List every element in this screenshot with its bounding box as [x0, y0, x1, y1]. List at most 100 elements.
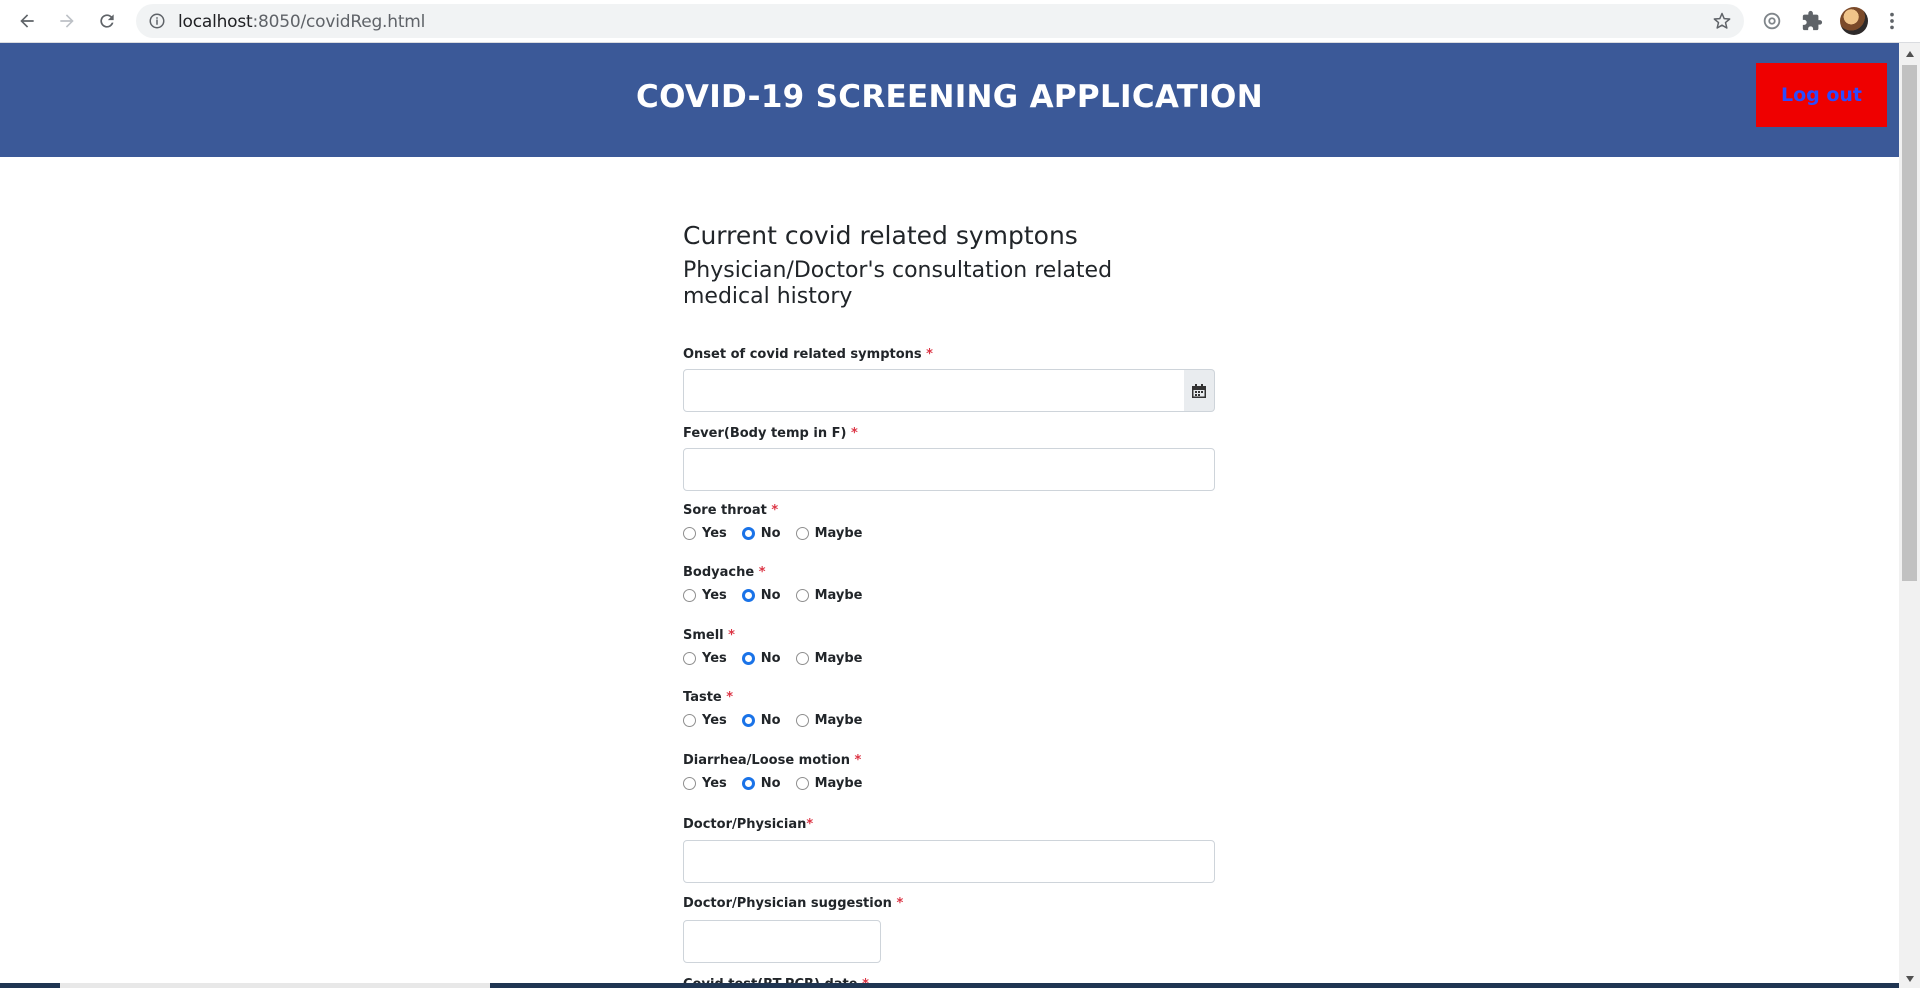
calendar-icon: [1192, 383, 1206, 398]
extensions-menu-button[interactable]: [1799, 8, 1825, 34]
radio-option-label: Yes: [702, 587, 727, 603]
suggestion-label-text: Doctor/Physician suggestion: [683, 896, 892, 911]
onset-label: Onset of covid related symptons *: [683, 347, 933, 362]
calendar-button[interactable]: [1184, 369, 1215, 412]
radio-button[interactable]: [683, 713, 696, 727]
radio-option-yes[interactable]: Yes: [683, 776, 727, 791]
radio-button[interactable]: [741, 588, 755, 602]
bookmark-star-icon[interactable]: [1712, 11, 1732, 31]
radio-option-label: No: [760, 775, 781, 791]
radio-option-no[interactable]: No: [741, 587, 781, 603]
radio-option-label: No: [760, 525, 781, 541]
radio-button[interactable]: [795, 776, 809, 790]
radio-option-label: No: [760, 587, 781, 603]
radio-button[interactable]: [683, 651, 696, 665]
radio-option-row: Yes No Maybe: [683, 524, 878, 542]
back-button[interactable]: [12, 6, 42, 36]
radio-option-yes[interactable]: Yes: [683, 713, 727, 728]
radio-group-label: Diarrhea/Loose motion *: [683, 753, 861, 768]
scroll-down-button[interactable]: [1899, 970, 1920, 988]
radio-button[interactable]: [795, 713, 809, 727]
caret-down-icon: [1905, 976, 1914, 982]
radio-option-maybe[interactable]: Maybe: [795, 712, 863, 728]
radio-option-no[interactable]: No: [741, 525, 781, 541]
required-mark: *: [771, 503, 779, 518]
radio-option-maybe[interactable]: Maybe: [795, 775, 863, 791]
url-text: localhost:8050/covidReg.html: [178, 12, 425, 32]
page-scrollbar[interactable]: [1899, 43, 1920, 988]
url-path: :8050/covidReg.html: [252, 12, 426, 32]
radio-option-label: Maybe: [814, 650, 863, 666]
radio-option-yes[interactable]: Yes: [683, 588, 727, 603]
logout-button[interactable]: Log out: [1756, 63, 1887, 127]
form-subheading: Physician/Doctor's consultation related …: [683, 258, 1113, 309]
radio-option-label: Maybe: [814, 775, 863, 791]
radio-group-label-text: Sore throat: [683, 503, 767, 518]
address-bar[interactable]: localhost:8050/covidReg.html: [136, 4, 1744, 38]
browser-menu-button[interactable]: [1879, 8, 1905, 34]
suggestion-label: Doctor/Physician suggestion *: [683, 896, 903, 911]
radio-option-row: Yes No Maybe: [683, 586, 878, 604]
radio-group-label-text: Diarrhea/Loose motion: [683, 753, 850, 768]
radio-option-row: Yes No Maybe: [683, 649, 878, 667]
extension-button[interactable]: [1759, 8, 1785, 34]
radio-button[interactable]: [741, 526, 755, 540]
reload-icon: [100, 14, 114, 28]
radio-option-label: No: [760, 712, 781, 728]
radio-option-no[interactable]: No: [741, 712, 781, 728]
radio-option-no[interactable]: No: [741, 775, 781, 791]
radio-option-label: Yes: [702, 525, 727, 541]
onset-date-input[interactable]: [683, 369, 1185, 412]
radio-group-label: Bodyache *: [683, 565, 766, 580]
fever-label-text: Fever(Body temp in F): [683, 426, 847, 441]
reload-button[interactable]: [92, 6, 122, 36]
radio-option-yes[interactable]: Yes: [683, 526, 727, 541]
radio-option-label: Maybe: [814, 712, 863, 728]
arrow-left-icon: [20, 14, 34, 28]
scroll-up-button[interactable]: [1899, 45, 1920, 63]
radio-option-no[interactable]: No: [741, 650, 781, 666]
radio-group-label-text: Smell: [683, 628, 724, 643]
radio-group-label: Taste *: [683, 690, 733, 705]
radio-button[interactable]: [741, 776, 755, 790]
forward-button[interactable]: [52, 6, 82, 36]
radio-button[interactable]: [683, 588, 696, 602]
suggestion-input[interactable]: [683, 920, 881, 963]
url-host: localhost: [178, 12, 253, 32]
radio-group-label-text: Taste: [683, 690, 722, 705]
radio-option-label: No: [760, 650, 781, 666]
app-header: COVID-19 SCREENING APPLICATION Log out: [0, 43, 1899, 157]
radio-button[interactable]: [741, 651, 755, 665]
page-title: COVID-19 SCREENING APPLICATION: [636, 79, 1263, 115]
radio-option-maybe[interactable]: Maybe: [795, 587, 863, 603]
radio-button[interactable]: [683, 776, 696, 790]
radio-option-row: Yes No Maybe: [683, 774, 878, 792]
radio-button[interactable]: [795, 651, 809, 665]
scroll-thumb[interactable]: [1902, 65, 1917, 581]
radio-option-maybe[interactable]: Maybe: [795, 525, 863, 541]
required-mark: *: [854, 753, 862, 768]
fever-input[interactable]: [683, 448, 1215, 491]
radio-option-yes[interactable]: Yes: [683, 651, 727, 666]
required-mark: *: [896, 896, 904, 911]
onset-label-text: Onset of covid related symptons: [683, 347, 922, 362]
profile-avatar[interactable]: [1840, 7, 1868, 35]
radio-group-label: Smell *: [683, 628, 735, 643]
radio-button[interactable]: [741, 713, 755, 727]
arrow-right-icon: [60, 14, 74, 28]
radio-option-label: Maybe: [814, 525, 863, 541]
doctor-input[interactable]: [683, 840, 1215, 883]
radio-group-label: Sore throat *: [683, 503, 778, 518]
radio-button[interactable]: [683, 526, 696, 540]
required-mark: *: [758, 565, 766, 580]
fever-label: Fever(Body temp in F) *: [683, 426, 858, 441]
radio-button[interactable]: [795, 588, 809, 602]
bottom-edge-segment: [60, 983, 490, 988]
radio-option-maybe[interactable]: Maybe: [795, 650, 863, 666]
radio-option-label: Maybe: [814, 587, 863, 603]
bottom-edge-bar: [0, 983, 1899, 988]
radio-button[interactable]: [795, 526, 809, 540]
extension-icon: [1763, 12, 1781, 30]
more-vert-icon: [1890, 12, 1894, 30]
info-icon[interactable]: [148, 12, 166, 30]
